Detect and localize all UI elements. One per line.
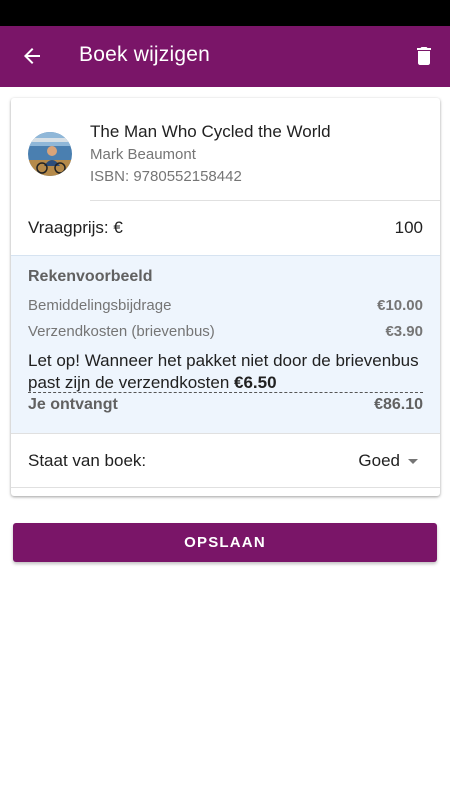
book-author: Mark Beaumont	[90, 146, 196, 163]
status-bar	[0, 0, 450, 26]
shipping-label: Verzendkosten (brievenbus)	[28, 323, 215, 340]
notice-amount: €6.50	[234, 373, 277, 392]
divider	[11, 487, 440, 488]
notice-text: Let op! Wanneer het pakket niet door de …	[28, 351, 419, 392]
trash-icon[interactable]	[412, 44, 436, 68]
book-isbn: ISBN: 9780552158442	[90, 168, 242, 185]
divider	[90, 200, 440, 201]
receive-label: Je ontvangt	[28, 396, 118, 413]
book-cover-thumbnail	[28, 132, 72, 176]
asking-price-label: Vraagprijs: €	[28, 218, 123, 237]
book-title: The Man Who Cycled the World	[90, 122, 331, 141]
condition-label: Staat van boek:	[28, 451, 147, 470]
asking-price-row[interactable]: Vraagprijs: € 100	[11, 202, 440, 255]
page-title: Boek wijzigen	[79, 43, 210, 66]
condition-selected: Goed	[358, 451, 400, 470]
calculation-example: Rekenvoorbeeld Bemiddelingsbijdrage €10.…	[11, 255, 440, 433]
caret-down-icon	[408, 458, 418, 464]
shipping-notice: Let op! Wanneer het pakket niet door de …	[28, 350, 428, 394]
receive-value: €86.10	[374, 396, 423, 413]
save-button[interactable]: OPSLAAN	[13, 523, 437, 562]
fee-label: Bemiddelingsbijdrage	[28, 297, 172, 314]
condition-dropdown[interactable]: Goed	[358, 448, 418, 474]
app-bar: Boek wijzigen	[0, 26, 450, 87]
shipping-value: €3.90	[385, 323, 423, 340]
calculation-heading: Rekenvoorbeeld	[28, 268, 153, 285]
asking-price-input[interactable]: 100	[395, 218, 423, 238]
fee-value: €10.00	[377, 297, 423, 314]
book-card: The Man Who Cycled the World Mark Beaumo…	[11, 98, 440, 496]
condition-row: Staat van boek: Goed	[11, 433, 440, 487]
dashed-divider	[28, 392, 423, 393]
arrow-left-icon[interactable]	[20, 44, 44, 68]
book-info: The Man Who Cycled the World Mark Beaumo…	[11, 98, 440, 202]
